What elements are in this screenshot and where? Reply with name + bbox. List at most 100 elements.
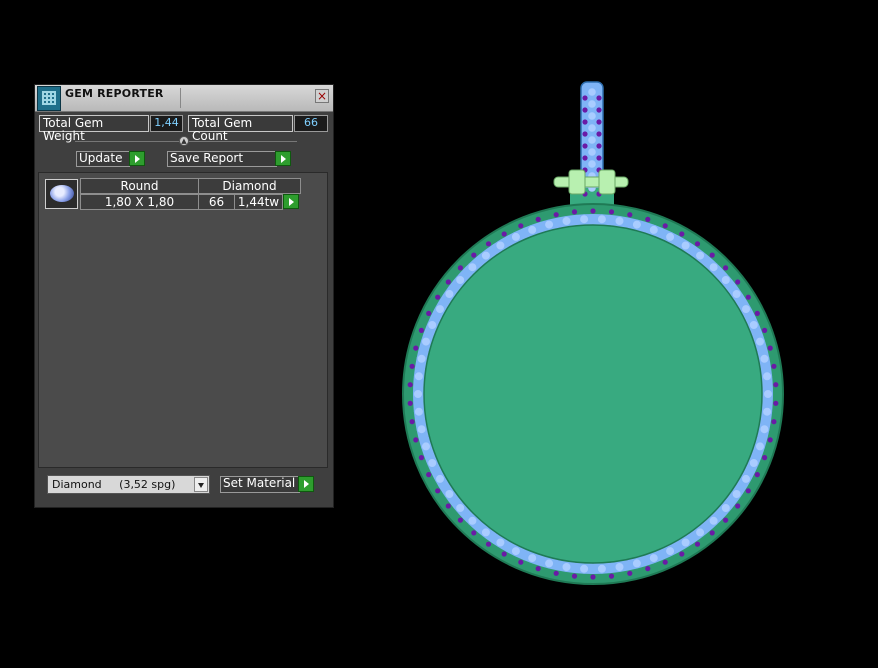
material-dropdown[interactable]: Diamond (3,52 spg) bbox=[47, 475, 210, 494]
bail-stone bbox=[588, 88, 596, 96]
update-button[interactable]: Update bbox=[76, 151, 130, 167]
prong bbox=[582, 107, 588, 113]
halo-stone bbox=[596, 563, 607, 574]
prong bbox=[409, 419, 415, 425]
prong bbox=[413, 437, 419, 443]
halo-stone bbox=[544, 558, 555, 569]
prong bbox=[582, 131, 588, 137]
prong bbox=[407, 400, 413, 406]
prong bbox=[571, 209, 578, 215]
bail-stone bbox=[588, 148, 596, 156]
prong bbox=[762, 327, 768, 333]
prong bbox=[735, 279, 741, 285]
halo-stone bbox=[435, 473, 445, 484]
save-report-button[interactable]: Save Report bbox=[167, 151, 277, 167]
halo-stone bbox=[695, 527, 706, 538]
prong bbox=[418, 327, 424, 333]
halo-stone bbox=[665, 546, 676, 557]
title-separator bbox=[180, 88, 181, 108]
chevron-down-icon[interactable] bbox=[194, 477, 208, 492]
halo-stone bbox=[427, 458, 438, 468]
halo-stone bbox=[741, 304, 751, 315]
prong bbox=[773, 382, 779, 388]
prong bbox=[596, 155, 602, 161]
prong bbox=[596, 119, 602, 125]
prong bbox=[596, 131, 602, 137]
halo-stone bbox=[708, 262, 719, 273]
panel-title: GEM REPORTER bbox=[65, 87, 164, 100]
total-gem-weight-label: Total Gem Weight bbox=[39, 115, 149, 143]
prong bbox=[582, 95, 588, 101]
collapse-toggle-icon[interactable]: ▲ bbox=[179, 136, 189, 146]
prong bbox=[662, 223, 668, 229]
halo-stone bbox=[527, 224, 538, 235]
prong bbox=[767, 345, 773, 351]
prong bbox=[645, 216, 651, 222]
gem-row-arrow-icon[interactable] bbox=[283, 194, 299, 209]
set-material-button[interactable]: Set Material bbox=[220, 476, 300, 493]
prong bbox=[679, 551, 685, 557]
halo-stone bbox=[731, 489, 742, 499]
close-button[interactable]: × bbox=[315, 89, 329, 103]
prong bbox=[596, 107, 602, 113]
prong bbox=[608, 209, 615, 215]
halo-stone bbox=[444, 289, 455, 299]
halo-stone bbox=[455, 503, 466, 513]
prong bbox=[582, 143, 588, 149]
prong bbox=[662, 559, 668, 565]
save-report-arrow-icon[interactable] bbox=[275, 151, 291, 166]
material-dropdown-value: Diamond (3,52 spg) bbox=[52, 478, 176, 491]
halo-stone bbox=[467, 515, 478, 526]
gem-thumbnail[interactable] bbox=[45, 179, 78, 209]
halo-stone bbox=[561, 562, 572, 572]
prong bbox=[471, 252, 477, 258]
halo-stone bbox=[731, 289, 742, 299]
gem-list[interactable] bbox=[38, 172, 328, 468]
prong bbox=[645, 566, 651, 572]
halo-stone bbox=[720, 275, 731, 285]
update-arrow-icon[interactable] bbox=[129, 151, 145, 166]
halo-stone bbox=[762, 406, 773, 417]
halo-stone bbox=[596, 214, 607, 225]
prong bbox=[501, 551, 507, 557]
prong bbox=[418, 455, 424, 461]
halo-stone bbox=[748, 458, 759, 468]
halo-stone bbox=[708, 515, 719, 526]
gem-size-cell: 1,80 X 1,80 bbox=[80, 194, 199, 210]
halo-stone bbox=[680, 240, 691, 251]
gem-shape-header: Round bbox=[80, 178, 199, 194]
prong bbox=[518, 559, 524, 565]
prong bbox=[485, 541, 492, 547]
prong bbox=[571, 573, 578, 579]
pendant-face bbox=[423, 224, 763, 564]
prong bbox=[754, 310, 760, 316]
halo-stone bbox=[755, 441, 765, 452]
bail-stone bbox=[588, 112, 596, 120]
pendant-viewport[interactable] bbox=[390, 70, 800, 600]
halo-stone bbox=[413, 371, 424, 382]
total-gem-count-label: Total Gem Count bbox=[188, 115, 293, 143]
set-material-arrow-icon[interactable] bbox=[298, 476, 314, 492]
halo-stone bbox=[495, 537, 506, 548]
halo-stone bbox=[648, 553, 659, 564]
gem-count-cell: 66 bbox=[198, 194, 235, 210]
halo-stone bbox=[579, 214, 590, 225]
prong bbox=[457, 517, 463, 523]
total-gem-count-value: 66 bbox=[294, 115, 328, 132]
prong bbox=[709, 252, 715, 258]
title-bar[interactable]: GEM REPORTER × bbox=[35, 85, 333, 112]
prong bbox=[608, 573, 615, 579]
halo-stone bbox=[480, 527, 491, 538]
prong bbox=[723, 265, 729, 271]
prong bbox=[745, 488, 751, 494]
prong bbox=[471, 530, 477, 536]
halo-stone bbox=[495, 240, 506, 251]
prong bbox=[553, 570, 559, 576]
prong bbox=[627, 212, 633, 218]
halo-stone bbox=[455, 275, 466, 285]
prong bbox=[723, 517, 729, 523]
prong bbox=[582, 119, 588, 125]
halo-stone bbox=[435, 304, 445, 315]
halo-stone bbox=[680, 537, 691, 548]
prong bbox=[409, 363, 415, 369]
